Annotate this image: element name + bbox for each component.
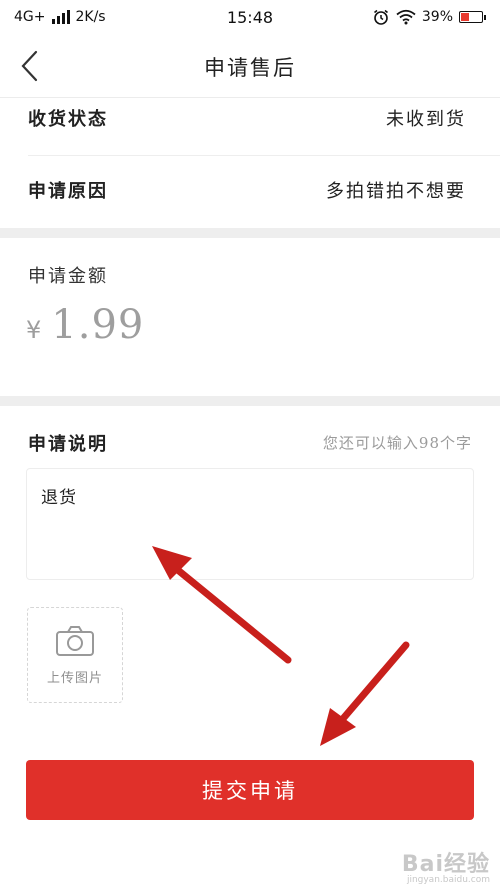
amount-label: 申请金额 bbox=[28, 266, 108, 287]
network-type: 4G+ bbox=[14, 9, 46, 25]
receipt-status-row[interactable]: 收货状态 未收到货 bbox=[28, 88, 466, 148]
receipt-status-value: 未收到货 bbox=[386, 109, 466, 130]
status-bar: 4G+ 2K/s 15:48 39% bbox=[0, 0, 500, 34]
wifi-icon bbox=[396, 9, 416, 25]
camera-icon bbox=[56, 625, 94, 656]
signal-icon bbox=[51, 10, 70, 24]
upload-label: 上传图片 bbox=[46, 670, 103, 686]
reason-value: 多拍错拍不想要 bbox=[326, 181, 466, 202]
currency-symbol: ¥ bbox=[26, 316, 42, 344]
char-counter: 您还可以输入98个字 bbox=[322, 434, 472, 452]
page-title: 申请售后 bbox=[204, 56, 296, 80]
description-label: 申请说明 bbox=[28, 434, 108, 455]
alarm-icon bbox=[373, 9, 388, 25]
receipt-status-label: 收货状态 bbox=[28, 109, 108, 130]
submit-button[interactable]: 提交申请 bbox=[26, 760, 474, 820]
battery-percent: 39% bbox=[421, 9, 453, 25]
amount-display: ¥ 1.99 bbox=[26, 302, 144, 348]
status-right: 39% bbox=[372, 8, 486, 26]
reason-label: 申请原因 bbox=[28, 181, 108, 202]
amount-value: 1.99 bbox=[51, 302, 145, 348]
description-textarea[interactable]: 退货 bbox=[26, 468, 474, 580]
status-left: 4G+ 2K/s bbox=[14, 9, 106, 25]
section-gap bbox=[0, 228, 500, 238]
network-speed: 2K/s bbox=[75, 9, 106, 25]
reason-row[interactable]: 申请原因 多拍错拍不想要 bbox=[28, 160, 466, 220]
battery-icon bbox=[459, 11, 486, 23]
section-gap bbox=[0, 396, 500, 406]
watermark-url: jingyan.baidu.com bbox=[406, 875, 490, 885]
watermark-logo: Bai经验 bbox=[401, 852, 490, 877]
annotation-arrow bbox=[320, 641, 410, 746]
watermark: Bai经验 jingyan.baidu.com bbox=[402, 846, 490, 885]
row-divider bbox=[28, 155, 500, 156]
upload-image-button[interactable]: 上传图片 bbox=[27, 607, 123, 703]
